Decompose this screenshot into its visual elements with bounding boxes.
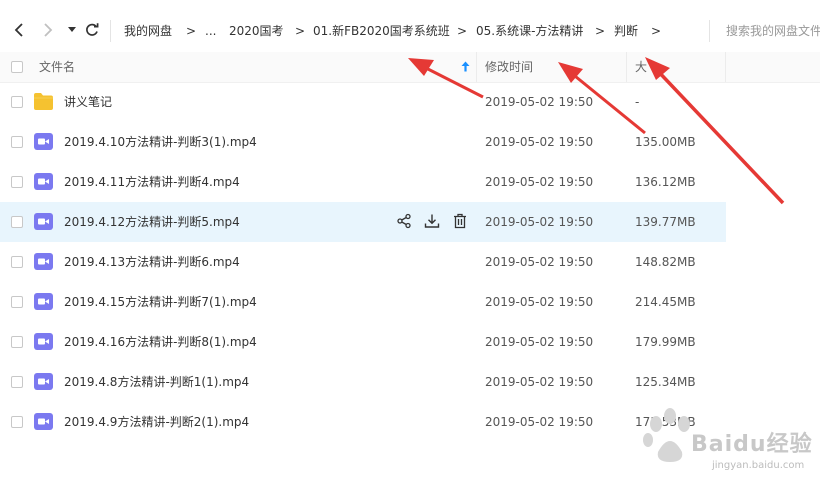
download-icon [424,214,440,228]
breadcrumb-separator: > [295,24,306,38]
nav-divider [110,20,111,42]
video-file-icon [34,213,53,230]
column-header-modified[interactable]: 修改时间 [485,60,533,74]
video-file-icon [34,373,53,390]
file-modified-date: 2019-05-02 19:50 [485,175,594,189]
file-size: 136.12MB [635,175,696,189]
column-header-name[interactable]: 文件名 [39,60,75,74]
caret-down-icon [68,27,76,32]
file-modified-date: 2019-05-02 19:50 [485,295,594,309]
breadcrumb-method-lecture[interactable]: 05.系统课-方法精讲 [476,23,583,39]
breadcrumb-separator: > [595,24,606,38]
file-size: 135.00MB [635,135,696,149]
file-name[interactable]: 2019.4.12方法精讲-判断5.mp4 [64,215,240,229]
file-row-hovered[interactable]: 2019.4.12方法精讲-判断5.mp4 2019-05-02 19:50 1… [0,202,726,242]
watermark-url: jingyan.baidu.com [712,460,805,471]
breadcrumb-2020-guokao[interactable]: 2020国考 [229,23,284,39]
file-size: 214.45MB [635,295,696,309]
video-file-icon [34,293,53,310]
share-icon [397,213,411,229]
breadcrumb-separator: > [651,24,662,38]
file-modified-date: 2019-05-02 19:50 [485,335,594,349]
trash-icon [454,213,466,229]
row-checkbox[interactable] [11,96,23,108]
history-dropdown-button[interactable] [61,18,83,42]
breadcrumb-judgment[interactable]: 判断 [614,23,638,39]
file-name[interactable]: 2019.4.8方法精讲-判断1(1).mp4 [64,375,249,389]
column-divider[interactable] [626,52,627,82]
file-row[interactable]: 2019.4.13方法精讲-判断6.mp4 2019-05-02 19:50 1… [0,242,726,282]
search-input[interactable]: 搜索我的网盘文件 [726,23,820,39]
row-checkbox[interactable] [11,176,23,188]
file-modified-date: 2019-05-02 19:50 [485,215,594,229]
delete-button[interactable] [452,213,468,229]
file-row[interactable]: 2019.4.9方法精讲-判断2(1).mp4 2019-05-02 19:50… [0,402,726,442]
video-file-icon [34,133,53,150]
breadcrumb-system-class[interactable]: 01.新FB2020国考系统班 [313,23,450,39]
search-divider [709,20,710,42]
row-checkbox[interactable] [11,216,23,228]
row-checkbox[interactable] [11,256,23,268]
share-button[interactable] [396,213,412,229]
column-header-size[interactable]: 大 [635,60,647,74]
sort-ascending-icon[interactable] [461,61,470,72]
back-button[interactable] [8,18,30,42]
breadcrumb-separator: > [186,24,197,38]
file-row[interactable]: 讲义笔记 2019-05-02 19:50 - [0,82,726,122]
row-checkbox[interactable] [11,136,23,148]
folder-icon [34,93,53,110]
video-file-icon [34,333,53,350]
file-modified-date: 2019-05-02 19:50 [485,255,594,269]
file-row[interactable]: 2019.4.11方法精讲-判断4.mp4 2019-05-02 19:50 1… [0,162,726,202]
forward-button[interactable] [37,18,59,42]
chevron-right-icon [44,23,53,37]
video-file-icon [34,413,53,430]
breadcrumb-ellipsis[interactable]: ... [205,23,216,39]
file-name[interactable]: 2019.4.10方法精讲-判断3(1).mp4 [64,135,257,149]
row-checkbox[interactable] [11,376,23,388]
file-list-header: 文件名 修改时间 大 [0,52,820,83]
chevron-left-icon [14,23,23,37]
file-size: 125.34MB [635,375,696,389]
column-divider[interactable] [725,52,726,82]
select-all-checkbox[interactable] [11,61,23,73]
row-checkbox[interactable] [11,416,23,428]
file-modified-date: 2019-05-02 19:50 [485,415,594,429]
watermark-brand: Baidu经验 [691,432,813,457]
download-button[interactable] [424,213,440,229]
video-file-icon [34,173,53,190]
file-modified-date: 2019-05-02 19:50 [485,135,594,149]
file-row[interactable]: 2019.4.15方法精讲-判断7(1).mp4 2019-05-02 19:5… [0,282,726,322]
file-name[interactable]: 2019.4.9方法精讲-判断2(1).mp4 [64,415,249,429]
refresh-icon [86,23,99,36]
row-checkbox[interactable] [11,296,23,308]
file-name[interactable]: 2019.4.16方法精讲-判断8(1).mp4 [64,335,257,349]
file-name[interactable]: 2019.4.15方法精讲-判断7(1).mp4 [64,295,257,309]
file-size: - [635,95,640,109]
video-file-icon [34,253,53,270]
column-divider[interactable] [476,52,477,82]
breadcrumb-my-disk[interactable]: 我的网盘 [124,23,172,39]
navigation-bar: 我的网盘 > ... 2020国考 > 01.新FB2020国考系统班 > 05… [0,0,820,52]
file-name[interactable]: 讲义笔记 [64,95,112,109]
file-modified-date: 2019-05-02 19:50 [485,375,594,389]
file-row[interactable]: 2019.4.8方法精讲-判断1(1).mp4 2019-05-02 19:50… [0,362,726,402]
row-checkbox[interactable] [11,336,23,348]
refresh-button[interactable] [81,18,103,42]
file-name[interactable]: 2019.4.11方法精讲-判断4.mp4 [64,175,240,189]
file-size: 148.82MB [635,255,696,269]
row-actions [396,213,468,229]
file-modified-date: 2019-05-02 19:50 [485,95,594,109]
file-name[interactable]: 2019.4.13方法精讲-判断6.mp4 [64,255,240,269]
file-size: 179.99MB [635,335,696,349]
file-row[interactable]: 2019.4.10方法精讲-判断3(1).mp4 2019-05-02 19:5… [0,122,726,162]
file-row[interactable]: 2019.4.16方法精讲-判断8(1).mp4 2019-05-02 19:5… [0,322,726,362]
file-size: 139.77MB [635,215,696,229]
breadcrumb-separator: > [457,24,468,38]
